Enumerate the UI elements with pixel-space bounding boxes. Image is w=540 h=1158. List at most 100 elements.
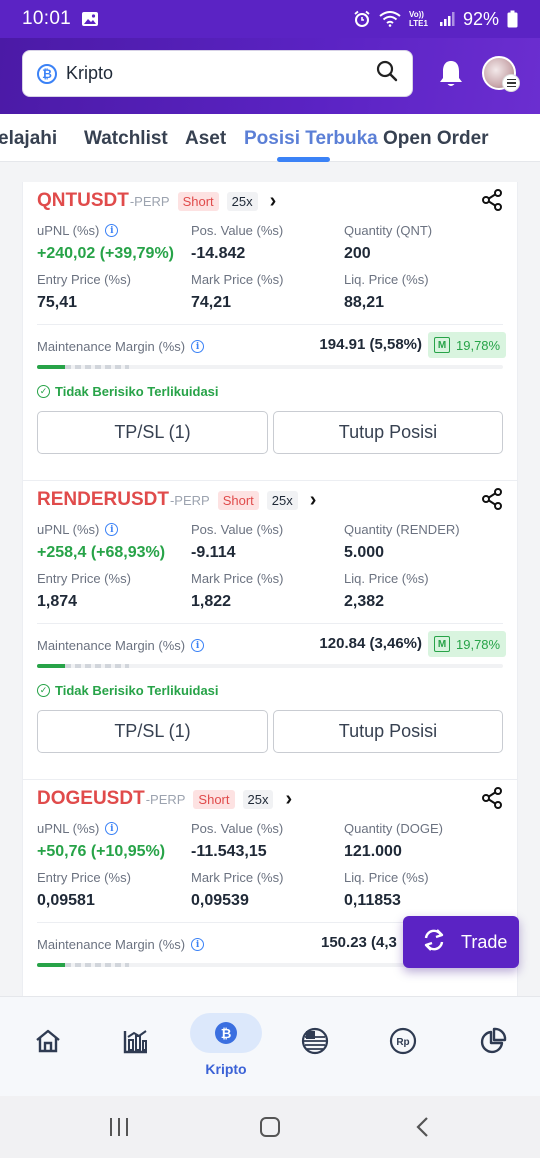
back-icon[interactable]	[412, 1116, 434, 1143]
search-icon[interactable]	[376, 60, 398, 87]
liquidation-status: ✓ Tidak Berisiko Terlikuidasi	[37, 384, 219, 399]
profile-avatar[interactable]	[482, 56, 520, 92]
tab-open-order[interactable]: Open Order	[383, 128, 489, 150]
pos-value: -14.842	[191, 245, 246, 262]
upnl-label: uPNL (%s) i	[37, 223, 119, 238]
close-position-button[interactable]: Tutup Posisi	[273, 710, 503, 753]
home-icon[interactable]	[34, 1027, 62, 1060]
liquidation-status-text: Tidak Berisiko Terlikuidasi	[55, 683, 219, 698]
liq-price-label: Liq. Price (%s)	[344, 571, 429, 586]
position-symbol: RENDERUSDT	[37, 489, 169, 510]
bottom-navigation: ₿ Rp Kripto	[0, 996, 540, 1096]
search-value: Kripto	[66, 63, 114, 83]
risk-fill	[37, 664, 65, 668]
pos-value-label: Pos. Value (%s)	[191, 522, 284, 537]
check-circle-icon: ✓	[37, 385, 50, 398]
trade-button-label: Trade	[461, 931, 508, 952]
upnl-label-text: uPNL (%s)	[37, 522, 100, 537]
entry-price-label: Entry Price (%s)	[37, 272, 131, 287]
info-icon[interactable]: i	[105, 523, 119, 536]
pos-value: -9.114	[191, 544, 236, 561]
liquidation-status: ✓ Tidak Berisiko Terlikuidasi	[37, 683, 219, 698]
side-badge: Short	[217, 490, 259, 510]
risk-track	[65, 664, 129, 668]
info-icon[interactable]: i	[105, 822, 119, 835]
hamburger-menu-icon[interactable]	[502, 74, 520, 92]
recent-apps-icon[interactable]	[108, 1116, 130, 1143]
tpsl-button[interactable]: TP/SL (1)	[37, 710, 268, 753]
maintenance-margin-label: Maintenance Margin (%s) i	[37, 638, 205, 653]
position-header[interactable]: RENDERUSDT -PERP Short 25x ›	[37, 489, 316, 511]
chevron-right-icon[interactable]: ›	[310, 489, 317, 512]
home-system-icon[interactable]	[259, 1116, 281, 1143]
share-icon[interactable]	[481, 787, 503, 814]
alarm-icon	[353, 10, 371, 28]
tab-posisi-terbuka[interactable]: Posisi Terbuka	[244, 128, 378, 150]
quantity-value: 200	[344, 245, 371, 262]
side-badge: Short	[177, 191, 219, 211]
maintenance-margin-label-text: Maintenance Margin (%s)	[37, 638, 186, 653]
contract-suffix: -PERP	[169, 492, 210, 508]
positions-scroll-area[interactable]: QNTUSDT -PERP Short 25x › uPNL (%s) i Pos…	[0, 162, 540, 996]
tab-jelajahi[interactable]: elajahi	[0, 128, 57, 150]
position-header[interactable]: DOGEUSDT -PERP Short 25x ›	[37, 788, 292, 810]
pos-value-label: Pos. Value (%s)	[191, 223, 284, 238]
bitcoin-icon: ₿	[37, 63, 57, 84]
wifi-icon	[379, 11, 401, 27]
quantity-value: 5.000	[344, 544, 385, 561]
bitcoin-nav-icon[interactable]: ₿	[215, 1022, 237, 1044]
contract-suffix: -PERP	[129, 193, 170, 209]
quantity-label: Quantity (QNT)	[344, 223, 433, 238]
upnl-label: uPNL (%s) i	[37, 522, 119, 537]
liq-price-label: Liq. Price (%s)	[344, 870, 429, 885]
market-chart-icon[interactable]	[122, 1027, 150, 1060]
share-icon[interactable]	[481, 488, 503, 515]
liq-price-value: 2,382	[344, 593, 385, 610]
entry-price-label: Entry Price (%s)	[37, 870, 131, 885]
maintenance-margin-label-text: Maintenance Margin (%s)	[37, 339, 186, 354]
mark-price-label: Mark Price (%s)	[191, 571, 284, 586]
entry-price-value: 75,41	[37, 294, 78, 311]
upnl-label-text: uPNL (%s)	[37, 223, 100, 238]
positions-list: QNTUSDT -PERP Short 25x › uPNL (%s) i Pos…	[22, 182, 518, 996]
margin-ratio-badge: M 19,78%	[428, 332, 507, 358]
rupiah-icon[interactable]: Rp	[389, 1027, 417, 1060]
divider	[37, 324, 503, 325]
trade-button[interactable]: Trade	[403, 916, 519, 968]
info-icon[interactable]: i	[191, 340, 205, 353]
portfolio-pie-icon[interactable]	[479, 1027, 507, 1060]
info-icon[interactable]: i	[191, 639, 205, 652]
position-header[interactable]: QNTUSDT -PERP Short 25x ›	[37, 190, 276, 212]
tab-aset[interactable]: Aset	[185, 128, 226, 150]
nav-kripto-label[interactable]: Kripto	[0, 1061, 452, 1077]
chevron-right-icon[interactable]: ›	[270, 190, 277, 213]
network-type-label: Vo)) LTE1	[408, 10, 428, 28]
tab-watchlist[interactable]: Watchlist	[84, 128, 168, 150]
margin-ratio-value: 19,78%	[456, 337, 501, 353]
contract-suffix: -PERP	[145, 791, 186, 807]
search-input[interactable]: ₿ Kripto	[22, 50, 413, 97]
quantity-label: Quantity (RENDER)	[344, 522, 460, 537]
upnl-label-text: uPNL (%s)	[37, 821, 100, 836]
quantity-value: 121.000	[344, 843, 402, 860]
liq-price-label: Liq. Price (%s)	[344, 272, 429, 287]
tpsl-button[interactable]: TP/SL (1)	[37, 411, 268, 454]
battery-percent: 92%	[462, 8, 499, 29]
notification-bell-icon[interactable]	[436, 58, 466, 95]
us-flag-icon[interactable]	[301, 1027, 329, 1060]
position-card: RENDERUSDT -PERP Short 25x › uPNL (%s) i …	[23, 481, 517, 780]
info-icon[interactable]: i	[191, 938, 205, 951]
app-header: ₿ Kripto	[0, 38, 540, 114]
maintenance-margin-label: Maintenance Margin (%s) i	[37, 339, 205, 354]
upnl-value: +258,4 (+68,93%)	[37, 544, 166, 561]
liq-price-value: 0,11853	[344, 892, 401, 909]
close-position-button[interactable]: Tutup Posisi	[273, 411, 503, 454]
share-icon[interactable]	[481, 189, 503, 216]
position-symbol: QNTUSDT	[37, 190, 129, 211]
maintenance-margin-value: 150.23 (4,3	[321, 934, 397, 951]
chevron-right-icon[interactable]: ›	[285, 788, 292, 811]
info-icon[interactable]: i	[105, 224, 119, 237]
margin-m-icon: M	[434, 636, 450, 652]
entry-price-label: Entry Price (%s)	[37, 571, 131, 586]
check-circle-icon: ✓	[37, 684, 50, 697]
